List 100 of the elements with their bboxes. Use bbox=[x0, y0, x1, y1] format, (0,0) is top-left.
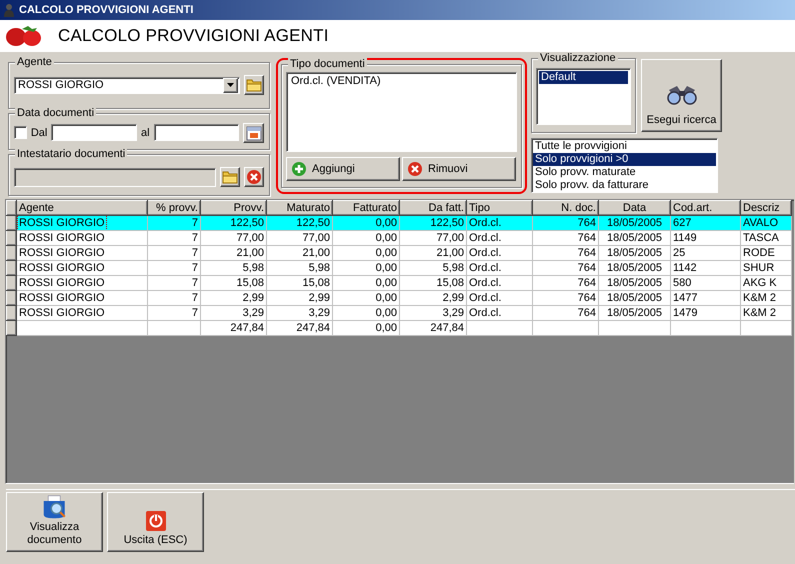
column-header[interactable]: Descriz bbox=[740, 200, 792, 216]
table-cell: K&M 2 bbox=[743, 307, 776, 319]
table-cell: 15,08 bbox=[436, 277, 464, 289]
column-header[interactable]: % provv. bbox=[148, 200, 200, 216]
table-cell: 7 bbox=[192, 277, 198, 289]
table-cell: K&M 2 bbox=[743, 292, 776, 304]
date-from-field[interactable] bbox=[51, 124, 138, 142]
table-cell: 18/05/2005 bbox=[606, 277, 662, 289]
table-cell: 77,00 bbox=[436, 232, 464, 244]
table-cell: 0,00 bbox=[376, 262, 397, 274]
table-cell: RODE bbox=[743, 247, 775, 259]
table-cell: 21,00 bbox=[302, 247, 330, 259]
table-cell: 2,99 bbox=[442, 292, 464, 304]
page-title: CALCOLO PROVVIGIONI AGENTI bbox=[58, 26, 329, 46]
table-cell: 18/05/2005 bbox=[606, 262, 662, 274]
table-cell: 2,99 bbox=[308, 292, 330, 304]
table-cell: ROSSI GIORGIO bbox=[19, 247, 105, 259]
table-cell: 764 bbox=[578, 262, 596, 274]
table-cell: 0,00 bbox=[376, 292, 397, 304]
table-cell: Ord.cl. bbox=[469, 307, 502, 319]
table-cell: ROSSI GIORGIO bbox=[19, 307, 105, 319]
table-cell: 7 bbox=[192, 217, 198, 229]
table-cell: 764 bbox=[578, 277, 596, 289]
table-row[interactable]: ROSSI GIORGIO 7 122,50 122,50 0,00 122,50 Ord.cl. 764 18/05/2005 627 AVALO bbox=[6, 216, 792, 230]
column-header[interactable]: Fatturato bbox=[332, 200, 400, 216]
table-cell: 1149 bbox=[673, 232, 697, 244]
view-document-button[interactable]: Visualizza documento bbox=[6, 492, 103, 552]
clear-button[interactable] bbox=[244, 167, 264, 188]
table-cell: 77,00 bbox=[236, 232, 264, 244]
browse-button[interactable] bbox=[220, 167, 240, 188]
table-cell: 1142 bbox=[673, 262, 697, 274]
exit-button[interactable]: Uscita (ESC) bbox=[107, 492, 204, 552]
table-cell: 764 bbox=[578, 232, 596, 244]
list-item[interactable]: Solo provvigioni >0 bbox=[533, 153, 716, 166]
column-header[interactable]: N. doc. bbox=[532, 200, 598, 216]
table-cell: 764 bbox=[578, 247, 596, 259]
table-cell: 7 bbox=[192, 262, 198, 274]
total-cell: 247,84 bbox=[430, 322, 464, 334]
table-cell: Ord.cl. bbox=[469, 277, 502, 289]
remove-button[interactable]: Rimuovi bbox=[402, 157, 516, 181]
agent-dropdown[interactable]: ROSSI GIORGIO bbox=[14, 76, 240, 94]
table-cell: 764 bbox=[578, 292, 596, 304]
list-item[interactable]: Solo provv. da fatturare bbox=[533, 179, 716, 192]
search-button[interactable]: Esegui ricerca bbox=[641, 59, 722, 132]
table-cell: 764 bbox=[578, 217, 596, 229]
table-cell: 122,50 bbox=[430, 217, 464, 229]
table-cell: Ord.cl. bbox=[469, 292, 502, 304]
table-cell: 0,00 bbox=[376, 247, 397, 259]
column-header[interactable]: Da fatt. bbox=[400, 200, 466, 216]
table-cell: AVALO bbox=[743, 217, 778, 229]
table-cell: 122,50 bbox=[230, 217, 264, 229]
add-icon bbox=[291, 161, 307, 177]
table-cell: 18/05/2005 bbox=[606, 247, 662, 259]
field-label: al bbox=[141, 126, 150, 139]
table-cell: 7 bbox=[192, 247, 198, 259]
table-cell: 5,98 bbox=[242, 262, 264, 274]
table-cell: ROSSI GIORGIO bbox=[19, 232, 105, 244]
table-cell: 15,08 bbox=[236, 277, 264, 289]
table-row[interactable]: ROSSI GIORGIO 7 2,99 2,99 0,00 2,99 Ord.cl. 764 18/05/2005 1477 K&M 2 bbox=[6, 290, 792, 306]
table-cell: 5,98 bbox=[308, 262, 330, 274]
table-cell: 7 bbox=[192, 307, 198, 319]
table-cell: ROSSI GIORGIO bbox=[19, 217, 105, 229]
table-cell: ROSSI GIORGIO bbox=[19, 262, 105, 274]
table-row[interactable]: ROSSI GIORGIO 7 77,00 77,00 0,00 77,00 Ord.cl. 764 18/05/2005 1149 TASCA bbox=[6, 230, 792, 246]
table-cell: 18/05/2005 bbox=[606, 307, 662, 319]
list-item[interactable]: Ord.cl. (VENDITA) bbox=[289, 75, 514, 88]
strawberry-logo bbox=[4, 25, 44, 47]
table-cell: ROSSI GIORGIO bbox=[19, 277, 105, 289]
column-header[interactable]: Agente bbox=[16, 200, 148, 216]
folder-icon bbox=[246, 78, 262, 92]
date-to-field[interactable] bbox=[154, 124, 240, 142]
view-list[interactable]: Default bbox=[536, 68, 631, 125]
list-item[interactable]: Solo provv. maturate bbox=[533, 166, 716, 179]
table-cell: AKG K bbox=[743, 277, 777, 289]
table-row[interactable]: ROSSI GIORGIO 7 3,29 3,29 0,00 3,29 Ord.cl. 764 18/05/2005 1479 K&M 2 bbox=[6, 306, 792, 320]
table-row[interactable]: ROSSI GIORGIO 7 15,08 15,08 0,00 15,08 Ord.cl. 764 18/05/2005 580 AKG K bbox=[6, 276, 792, 290]
table-cell: 21,00 bbox=[436, 247, 464, 259]
calendar-button[interactable] bbox=[243, 122, 264, 143]
table-cell: 580 bbox=[673, 277, 692, 289]
column-header[interactable]: Cod.art. bbox=[670, 200, 740, 216]
document-type-list[interactable]: Ord.cl. (VENDITA) bbox=[286, 72, 517, 152]
list-item[interactable]: Tutte le provvigioni bbox=[533, 140, 716, 153]
table-cell: 21,00 bbox=[236, 247, 264, 259]
table-cell: 3,29 bbox=[308, 307, 330, 319]
column-header[interactable]: Maturato bbox=[266, 200, 332, 216]
table-cell: 3,29 bbox=[442, 307, 464, 319]
browse-button[interactable] bbox=[244, 75, 264, 95]
table-row[interactable]: ROSSI GIORGIO 7 21,00 21,00 0,00 21,00 Ord.cl. 764 18/05/2005 25 RODE bbox=[6, 246, 792, 260]
total-cell: 247,84 bbox=[296, 322, 330, 334]
table-row[interactable]: ROSSI GIORGIO 7 5,98 5,98 0,00 5,98 Ord.cl. 764 18/05/2005 1142 SHUR bbox=[6, 260, 792, 276]
add-button[interactable]: Aggiungi bbox=[286, 157, 400, 181]
window-title: CALCOLO PROVVIGIONI AGENTI bbox=[19, 4, 194, 16]
table-cell: 2,99 bbox=[242, 292, 264, 304]
column-header[interactable]: Tipo bbox=[466, 200, 532, 216]
filter-list[interactable]: Tutte le provvigioni Solo provvigioni >0 Solo provv. maturate Solo provv. da fatturare bbox=[531, 138, 718, 193]
table-cell: Ord.cl. bbox=[469, 247, 502, 259]
column-header[interactable]: Provv. bbox=[200, 200, 266, 216]
list-item[interactable]: Default bbox=[539, 71, 628, 84]
checkbox[interactable] bbox=[14, 126, 27, 140]
column-header[interactable]: Data bbox=[598, 200, 670, 216]
